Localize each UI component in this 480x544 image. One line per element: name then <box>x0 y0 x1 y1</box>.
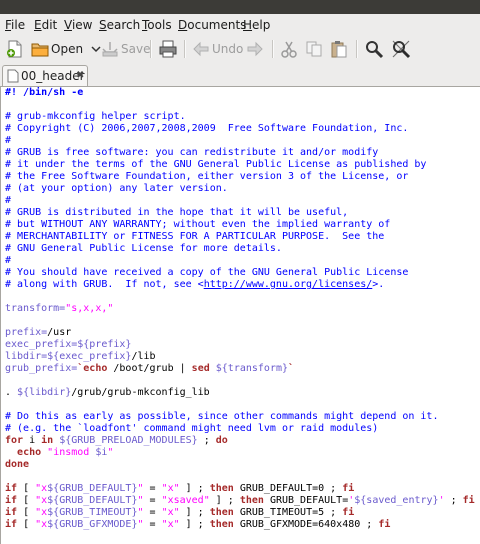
menu-view[interactable]: View <box>64 18 92 32</box>
find-button[interactable] <box>364 38 384 60</box>
copy-icon <box>306 41 322 57</box>
save-icon <box>102 42 118 57</box>
document-icon <box>7 69 19 83</box>
code-line: # (at your option) any later version. <box>5 183 228 194</box>
close-icon[interactable]: ✖ <box>76 70 84 81</box>
toolbar-separator <box>184 40 186 58</box>
magnifier-icon <box>366 41 384 59</box>
text-editor[interactable]: #! /bin/sh -e # grub-mkconfig helper scr… <box>0 87 480 544</box>
paste-button[interactable] <box>330 38 348 60</box>
toolbar: Open Save Undo <box>0 36 480 62</box>
copy-button[interactable] <box>305 38 323 60</box>
code-line: prefix=/usr <box>5 327 72 338</box>
code-line: # You should have received a copy of the… <box>5 267 409 278</box>
code-line: for i in ${GRUB_PRELOAD_MODULES} ; do <box>5 435 228 446</box>
code-line: # but WITHOUT ANY WARRANTY; without even… <box>5 219 391 230</box>
code-line: grub_prefix=`echo /boot/grub | sed ${tra… <box>5 363 295 374</box>
printer-icon <box>159 40 177 58</box>
undo-button[interactable]: Undo <box>192 38 243 60</box>
license-link[interactable]: http://www.gnu.org/licenses/ <box>204 279 373 290</box>
code-line: if [ "x${GRUB_DEFAULT}" = "xsaved" ] ; t… <box>5 495 475 506</box>
save-button[interactable]: Save <box>101 38 150 60</box>
menu-bar: File Edit View Search Tools Documents He… <box>0 14 480 36</box>
code-line: # GRUB is distributed in the hope that i… <box>5 207 349 218</box>
code-line: if [ "x${GRUB_TIMEOUT}" = "x" ] ; then G… <box>5 507 355 518</box>
code-line: # the Free Software Foundation, either v… <box>5 171 409 182</box>
folder-icon <box>31 43 49 57</box>
code-line: # (e.g. the `loadfont' command might nee… <box>5 423 379 434</box>
toolbar-separator <box>150 40 152 58</box>
code-line: done <box>5 459 30 470</box>
code-line: exec_prefix=${prefix} <box>5 339 132 350</box>
menu-tools[interactable]: Tools <box>142 18 172 32</box>
toolbar-separator <box>272 40 274 58</box>
menu-edit[interactable]: Edit <box>34 18 57 32</box>
scissors-icon <box>281 41 297 58</box>
code-line: # Do this as early as possible, since ot… <box>5 411 439 422</box>
menu-file[interactable]: File <box>5 18 25 32</box>
menu-documents[interactable]: Documents <box>178 18 246 32</box>
code-line: libdir=${exec_prefix}/lib <box>5 351 156 362</box>
open-button[interactable]: Open <box>31 38 103 60</box>
print-button[interactable] <box>158 38 178 60</box>
tab-label: 00_header <box>21 69 85 83</box>
undo-arrow-icon <box>193 41 209 57</box>
code-line: #! /bin/sh -e <box>5 87 84 98</box>
code-line: # along with GRUB. If not, see <http://w… <box>5 279 385 290</box>
code-line: . ${libdir}/grub/grub-mkconfig_lib <box>5 387 210 398</box>
paste-icon <box>331 41 347 58</box>
code-line: # <box>5 255 12 266</box>
tab-00-header[interactable]: 00_header ✖ <box>2 65 88 86</box>
document-tab-bar: 00_header ✖ <box>0 62 480 87</box>
code-line: # it under the terms of the GNU General … <box>5 159 427 170</box>
code-line: # <box>5 195 12 206</box>
find-replace-button[interactable] <box>391 38 411 60</box>
code-line: # GRUB is free software: you can redistr… <box>5 147 379 158</box>
menu-search[interactable]: Search <box>99 18 140 32</box>
code-line: # GNU General Public License for more de… <box>5 243 282 254</box>
new-document-icon <box>7 40 22 58</box>
code-line: # <box>5 135 12 146</box>
new-button[interactable] <box>5 38 25 60</box>
code-line: echo "insmod $i" <box>17 447 114 458</box>
code-line: # MERCHANTABILITY or FITNESS FOR A PARTI… <box>5 231 385 242</box>
code-line: # grub-mkconfig helper script. <box>5 111 186 122</box>
code-line: if [ "x${GRUB_GFXMODE}" = "x" ] ; then G… <box>5 519 391 530</box>
redo-button[interactable] <box>246 38 264 60</box>
find-replace-icon <box>392 40 411 59</box>
window-titlebar <box>0 0 480 14</box>
code-line: transform="s,x,x," <box>5 303 114 314</box>
code-line: # Copyright (C) 2006,2007,2008,2009 Free… <box>5 123 409 134</box>
toolbar-separator <box>356 40 358 58</box>
code-line: if [ "x${GRUB_DEFAULT}" = "x" ] ; then G… <box>5 483 355 494</box>
menu-help[interactable]: Help <box>243 18 270 32</box>
cut-button[interactable] <box>280 38 298 60</box>
redo-arrow-icon <box>247 41 263 57</box>
